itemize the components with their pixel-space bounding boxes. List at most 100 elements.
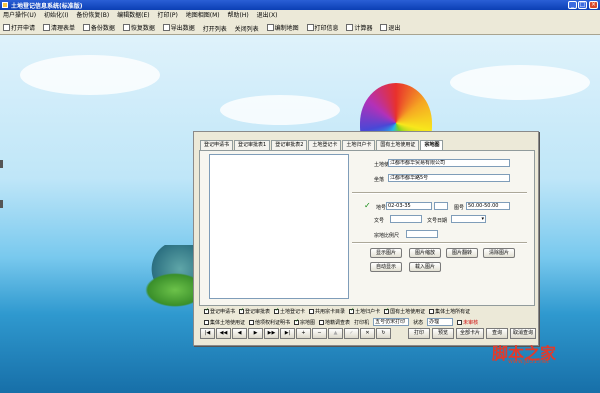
doc-no-label: 文号 [374, 218, 385, 224]
map-no-label: 图号 [454, 205, 465, 211]
toolbar-exit-button[interactable]: 退出 [377, 21, 403, 34]
parcel-image-box[interactable] [209, 154, 349, 299]
tab-registration-card[interactable]: 土地登记卡 [308, 140, 342, 150]
cancel-query-button[interactable]: 取消查询 [510, 328, 536, 339]
menu-init[interactable]: 初始化(I) [41, 10, 71, 21]
preview-button[interactable]: 预览 [432, 328, 454, 339]
checkbox-icon [309, 309, 315, 314]
checkbox-collective-owner-cert[interactable]: 集体土地所有证 [429, 308, 470, 315]
checkmark-icon: ✓ [364, 201, 371, 210]
checkbox-icon [204, 319, 209, 325]
checkbox-registration-card[interactable]: 土地登记卡 [274, 307, 305, 315]
location-field[interactable]: 江都市都华路5号 [388, 174, 510, 182]
menu-exit[interactable]: 退出(X) [254, 10, 281, 21]
record-navigator: |◀ ◀◀ ◀ ▶ ▶▶ ▶| + − ▲ ✓ ✕ ↻ [200, 328, 391, 340]
toolbar-map-button[interactable]: 编制地图 [264, 21, 302, 34]
nav-refresh-button[interactable]: ↻ [376, 328, 391, 339]
parcel-no-field[interactable]: 02-03-35 [386, 202, 432, 210]
zoom-image-button[interactable]: 图片缩放 [409, 248, 441, 258]
flip-image-button[interactable]: 图片翻转 [446, 248, 478, 258]
checkbox-approval[interactable]: 登记审批表 [239, 307, 270, 315]
checkbox-icon [204, 307, 209, 314]
toolbar-print-button[interactable]: 打印信息 [304, 21, 342, 34]
tab-approval-2[interactable]: 登记审批表2 [271, 140, 308, 150]
toolbar-close-list-button[interactable]: 关闭列表 [232, 22, 262, 35]
scale-field[interactable] [406, 230, 438, 238]
checkbox-other-rights[interactable]: 他项权利证明书 [249, 319, 290, 326]
checkbox-icon [239, 307, 244, 314]
backup-icon [82, 24, 90, 31]
menu-help[interactable]: 帮助(H) [225, 10, 252, 21]
menu-edit[interactable]: 编辑数据(E) [114, 10, 152, 21]
query-button[interactable]: 查询 [486, 328, 508, 339]
nav-add-button[interactable]: + [296, 328, 311, 339]
all-cards-button[interactable]: 全部卡片 [456, 328, 484, 339]
nav-prev-page-button[interactable]: ◀◀ [216, 328, 231, 339]
minimize-button[interactable]: _ [568, 1, 577, 9]
location-label: 坐落 [374, 177, 385, 183]
toolbar-clear-button[interactable]: 清理表单 [40, 21, 78, 34]
clear-image-button[interactable]: 清除图片 [483, 248, 515, 258]
checkbox-collective-use-cert[interactable]: 集体土地使用证 [204, 319, 245, 326]
nav-next-button[interactable]: ▶ [248, 328, 263, 339]
toolbar-open-button[interactable]: 打开申请 [0, 21, 38, 34]
printer-label: 打印机 [354, 319, 370, 326]
close-button[interactable]: × [589, 1, 598, 9]
tab-land-certificate[interactable]: 国有土地使用证 [376, 140, 420, 150]
parcel-sub-field[interactable] [434, 202, 448, 210]
nav-edit-button[interactable]: ▲ [328, 328, 343, 339]
status-label: 状态 [413, 319, 424, 326]
load-image-button[interactable]: 载入图片 [409, 262, 441, 272]
divider [352, 242, 527, 244]
map-no-field[interactable]: 50.00-50.00 [466, 202, 510, 210]
tab-household-card[interactable]: 土地归户卡 [342, 140, 376, 150]
toolbar-open-list-button[interactable]: 打开列表 [200, 22, 230, 35]
print-icon [306, 24, 314, 31]
edge-marker [0, 160, 3, 168]
menu-user[interactable]: 用户操作(U) [0, 10, 39, 21]
parcel-dialog: 登记申请书 登记审批表1 登记审批表2 土地登记卡 土地归户卡 国有土地使用证 … [193, 131, 539, 346]
status-select[interactable]: 办理 [427, 318, 454, 326]
checkbox-parcel-map[interactable]: 宗地图 [294, 318, 315, 326]
auto-show-button[interactable]: 自动显示 [370, 262, 402, 272]
checkbox-survey-table[interactable]: 地籍调查表 [319, 319, 350, 326]
printer-select[interactable]: 五号仿宋打印 [373, 318, 410, 326]
menu-map[interactable]: 地图相图(M) [183, 10, 223, 21]
tab-approval-1[interactable]: 登记审批表1 [234, 140, 271, 150]
menu-print[interactable]: 打印(P) [155, 10, 181, 21]
chevron-down-icon[interactable]: ▾ [481, 216, 484, 222]
unreviewed-checkbox[interactable]: 未审核 [457, 319, 478, 326]
menu-backup[interactable]: 备份恢复(B) [73, 10, 112, 21]
checkbox-icon [429, 309, 435, 314]
checkbox-shared-parcel[interactable]: 共用宗卡目录 [309, 308, 345, 315]
cloud [450, 65, 590, 100]
checkbox-state-land-cert[interactable]: 国有土地使用证 [384, 307, 425, 315]
nav-post-button[interactable]: ✓ [344, 328, 359, 339]
nav-prev-button[interactable]: ◀ [232, 328, 247, 339]
nav-last-button[interactable]: ▶| [280, 328, 295, 339]
owner-field[interactable]: 江都市都华贸易有限公司 [388, 159, 510, 167]
toolbar-export-button[interactable]: 导出数据 [160, 21, 198, 34]
maximize-button[interactable]: □ [578, 1, 587, 9]
toolbar-calculator-button[interactable]: 计算器 [343, 21, 375, 34]
checkbox-application[interactable]: 登记申请书 [204, 307, 235, 315]
nav-next-page-button[interactable]: ▶▶ [264, 328, 279, 339]
toolbar-backup-button[interactable]: 备份数据 [80, 21, 118, 34]
tab-strip: 登记申请书 登记审批表1 登记审批表2 土地登记卡 土地归户卡 国有土地使用证 … [200, 140, 444, 151]
checkbox-icon [319, 319, 325, 325]
app-icon [2, 2, 8, 8]
show-image-button[interactable]: 显示图片 [370, 248, 402, 258]
nav-cancel-button[interactable]: ✕ [360, 328, 375, 339]
doc-no-field[interactable] [390, 215, 422, 223]
toolbar: 打开申请 清理表单 备份数据 恢复数据 导出数据 打开列表 关闭列表 编制地图 … [0, 21, 600, 35]
folder-open-icon [3, 24, 10, 31]
restore-icon [122, 24, 130, 31]
checkbox-household-card[interactable]: 土地归户卡 [349, 307, 380, 315]
print-button[interactable]: 打印 [408, 328, 430, 339]
nav-first-button[interactable]: |◀ [200, 328, 215, 339]
toolbar-restore-button[interactable]: 恢复数据 [120, 21, 158, 34]
tab-application[interactable]: 登记申请书 [200, 140, 234, 150]
doc-date-field[interactable]: ▾ [451, 215, 486, 223]
nav-delete-button[interactable]: − [312, 328, 327, 339]
edge-marker [0, 200, 3, 208]
